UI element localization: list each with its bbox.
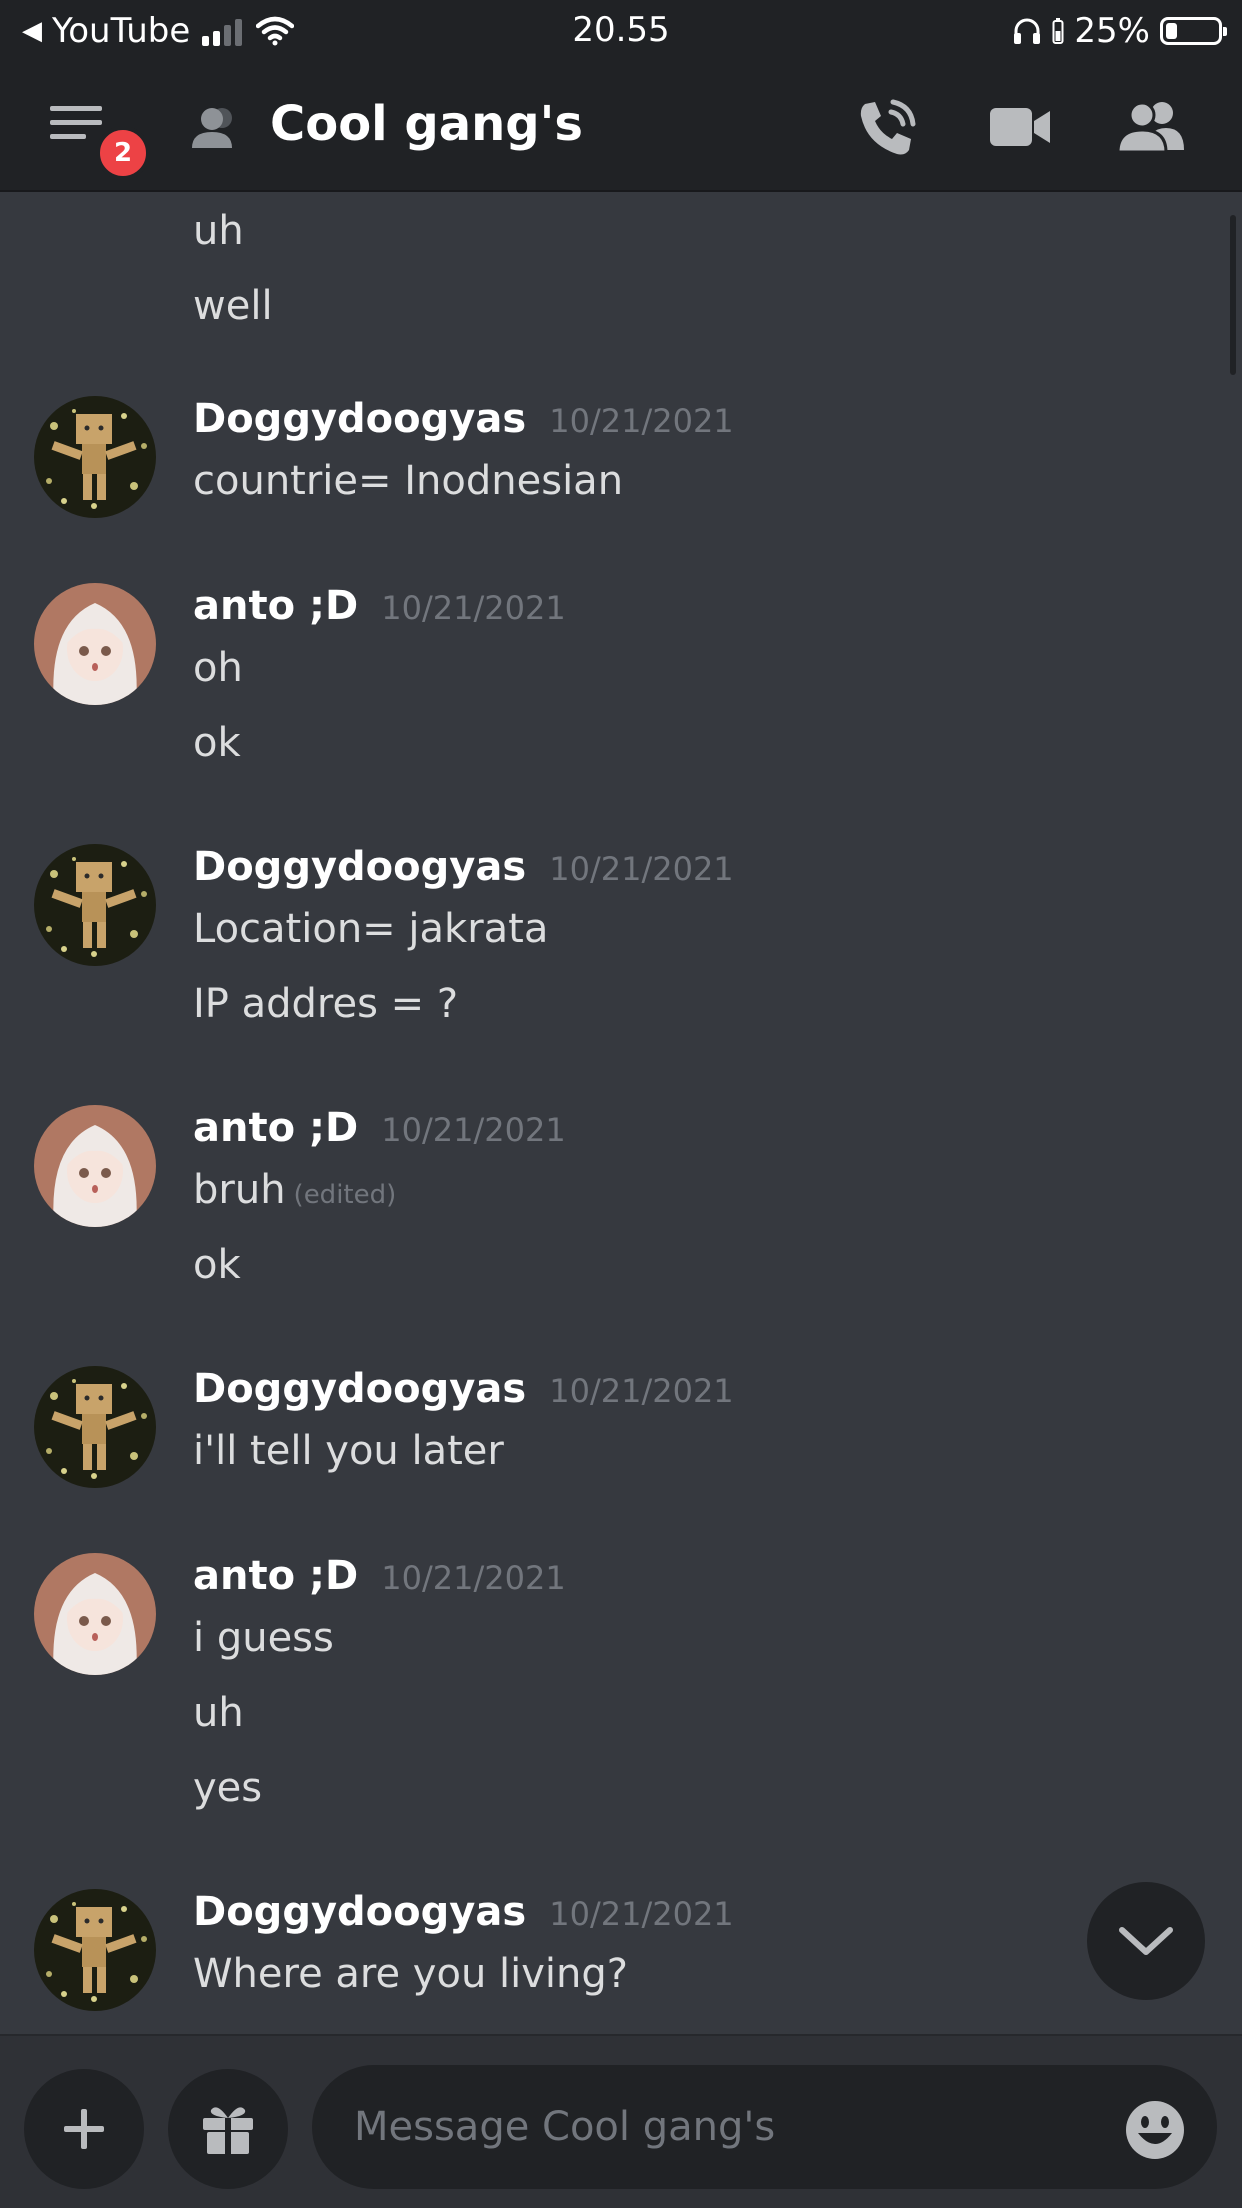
author-name[interactable]: Doggydoogyas xyxy=(193,396,526,442)
gift-icon xyxy=(203,2107,253,2154)
avatar[interactable] xyxy=(34,844,156,966)
message-text[interactable]: yes xyxy=(193,1765,262,1811)
message-header: Doggydoogyas 10/21/2021 xyxy=(193,1366,734,1412)
message-text[interactable]: i guess xyxy=(193,1615,334,1661)
message-text[interactable]: Location= jakrata xyxy=(193,906,548,952)
message-text[interactable]: oh xyxy=(193,645,243,691)
jump-to-latest-button[interactable] xyxy=(1087,1882,1205,2000)
status-right: 25% xyxy=(1012,10,1227,52)
author-name[interactable]: anto ;D xyxy=(193,583,358,629)
avatar[interactable] xyxy=(34,396,156,518)
emoji-icon[interactable] xyxy=(1124,2099,1186,2161)
message-text[interactable]: uh xyxy=(193,208,244,254)
message-text[interactable]: IP addres = ? xyxy=(193,981,458,1027)
author-name[interactable]: Doggydoogyas xyxy=(193,1889,526,1935)
avatar[interactable] xyxy=(34,583,156,705)
video-call-icon[interactable] xyxy=(988,102,1052,152)
message-body: bruh xyxy=(193,1167,286,1213)
author-name[interactable]: Doggydoogyas xyxy=(193,1366,526,1412)
message-timestamp: 10/21/2021 xyxy=(549,850,734,888)
message-header: Doggydoogyas 10/21/2021 xyxy=(193,844,734,890)
message-text[interactable]: countrie= Inodnesian xyxy=(193,458,623,504)
message-timestamp: 10/21/2021 xyxy=(549,1372,734,1410)
battery-icon xyxy=(1160,17,1227,45)
chevron-down-icon xyxy=(1119,1927,1173,1955)
plus-icon xyxy=(64,2109,104,2149)
message-text[interactable]: ok xyxy=(193,1242,241,1288)
voice-call-icon[interactable] xyxy=(855,98,917,160)
message-composer xyxy=(0,2034,1242,2208)
message-text[interactable]: ok xyxy=(193,720,241,766)
message-text[interactable]: i'll tell you later xyxy=(193,1428,504,1474)
members-icon[interactable] xyxy=(1118,100,1186,154)
battery-percent: 25% xyxy=(1074,11,1150,51)
channel-header: 2 Cool gang's xyxy=(0,62,1242,192)
message-input[interactable] xyxy=(312,2065,1217,2189)
status-bar: ◀ YouTube 20.55 25% xyxy=(0,0,1242,62)
author-name[interactable]: Doggydoogyas xyxy=(193,844,526,890)
small-battery-icon xyxy=(1052,18,1064,44)
message-text[interactable]: Where are you living? xyxy=(193,1951,628,1997)
message-header: anto ;D 10/21/2021 xyxy=(193,1105,566,1151)
gift-button[interactable] xyxy=(168,2069,288,2189)
message-header: anto ;D 10/21/2021 xyxy=(193,1553,566,1599)
message-header: Doggydoogyas 10/21/2021 xyxy=(193,396,734,442)
avatar[interactable] xyxy=(34,1889,156,2011)
attach-button[interactable] xyxy=(24,2069,144,2189)
message-text[interactable]: uh xyxy=(193,1690,244,1736)
dm-people-icon xyxy=(192,108,232,148)
channel-title: Cool gang's xyxy=(270,96,583,152)
edited-label: (edited) xyxy=(293,1180,397,1210)
author-name[interactable]: anto ;D xyxy=(193,1553,358,1599)
message-timestamp: 10/21/2021 xyxy=(549,1895,734,1933)
avatar[interactable] xyxy=(34,1366,156,1488)
message-text[interactable]: bruh (edited) xyxy=(193,1167,396,1213)
message-timestamp: 10/21/2021 xyxy=(381,1111,566,1149)
message-header: Doggydoogyas 10/21/2021 xyxy=(193,1889,734,1935)
message-timestamp: 10/21/2021 xyxy=(381,589,566,627)
message-timestamp: 10/21/2021 xyxy=(381,1559,566,1597)
avatar[interactable] xyxy=(34,1105,156,1227)
unread-badge: 2 xyxy=(96,126,150,180)
message-header: anto ;D 10/21/2021 xyxy=(193,583,566,629)
headphones-icon xyxy=(1014,18,1041,44)
message-timestamp: 10/21/2021 xyxy=(549,402,734,440)
avatar[interactable] xyxy=(34,1553,156,1675)
message-text[interactable]: well xyxy=(193,283,273,329)
menu-button[interactable]: 2 xyxy=(50,102,150,180)
author-name[interactable]: anto ;D xyxy=(193,1105,358,1151)
message-list[interactable]: uh well Doggydoogyas 10/21/2021 countrie… xyxy=(0,192,1242,2032)
